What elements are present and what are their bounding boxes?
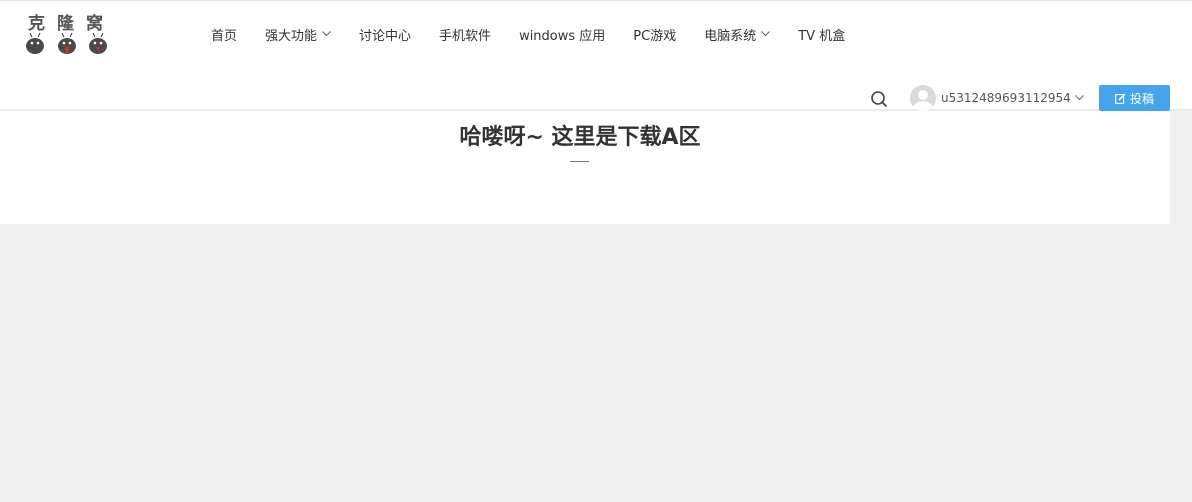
site-logo[interactable]: 克隆窝	[24, 9, 116, 57]
post-button-label: 投稿	[1129, 91, 1154, 106]
nav-item-pc-games[interactable]: PC游戏	[633, 25, 676, 44]
edit-icon	[1115, 92, 1126, 104]
nav-item-pc-systems[interactable]: 电脑系统	[704, 25, 771, 44]
main-nav: 首页 强大功能 讨论中心 手机软件 windows 应用 PC游戏 电脑系统 T…	[197, 24, 873, 44]
hero-banner: 哈喽呀~ 这里是下载A区	[0, 111, 1170, 224]
nav-item-label: 手机软件	[439, 28, 492, 44]
page-title: 哈喽呀~ 这里是下载A区	[459, 125, 701, 150]
user-menu[interactable]: u5312489693112954	[910, 85, 1084, 111]
username: u5312489693112954	[941, 91, 1071, 105]
nav-item-mobile-software[interactable]: 手机软件	[439, 25, 491, 44]
avatar	[910, 85, 936, 111]
nav-item-label: 电脑系统	[704, 28, 757, 44]
nav-item-label: 强大功能	[265, 28, 318, 44]
nav-item-label: PC游戏	[633, 28, 677, 44]
site-header: 克隆窝 首页 强大功能 讨论中心 手机软件 windows 应用 PC游戏 电脑…	[0, 1, 1192, 111]
nav-item-label: TV 机盒	[798, 28, 846, 44]
nav-item-label: windows 应用	[519, 28, 606, 44]
nav-item-features[interactable]: 强大功能	[265, 25, 331, 44]
post-button[interactable]: 投稿	[1099, 85, 1170, 111]
logo-bugs-icon	[26, 32, 107, 54]
search-icon[interactable]	[870, 90, 888, 108]
nav-item-tv-box[interactable]: TV 机盒	[798, 25, 845, 44]
nav-item-windows-apps[interactable]: windows 应用	[519, 25, 605, 44]
chevron-down-icon	[761, 31, 771, 37]
nav-item-label: 讨论中心	[359, 28, 412, 44]
chevron-down-icon	[1074, 95, 1084, 101]
nav-item-discussion[interactable]: 讨论中心	[359, 25, 411, 44]
title-divider	[570, 161, 589, 162]
nav-item-home[interactable]: 首页	[211, 25, 237, 44]
nav-item-label: 首页	[211, 28, 238, 44]
chevron-down-icon	[322, 31, 331, 37]
